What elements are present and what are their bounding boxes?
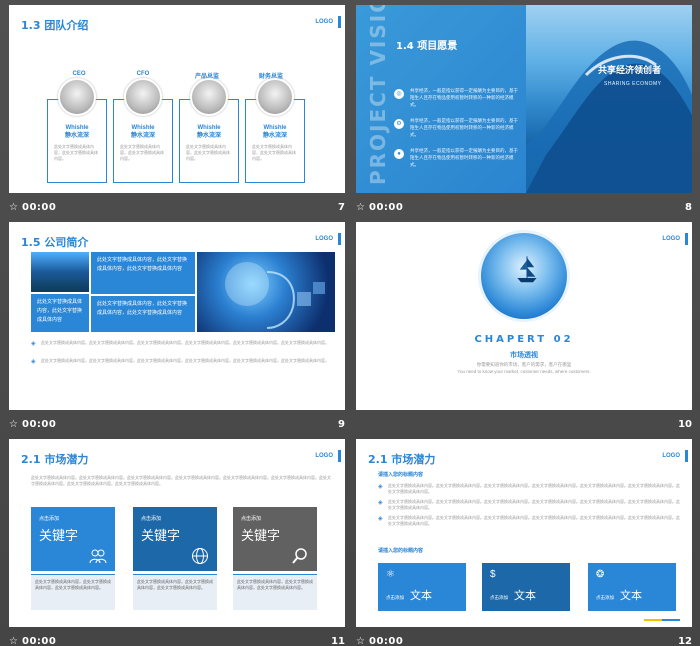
role-label: CEO xyxy=(72,71,86,77)
slide-title: 2.1 市场潜力 xyxy=(368,453,436,466)
slide-thumbnail-8[interactable]: PROJECT VISION 1.4 项目愿景 ◎ 共享经济，一般是指以获得一定… xyxy=(356,5,692,193)
slide-number: 12 xyxy=(678,636,692,646)
chapter-heading: CHAPERT 02 xyxy=(474,334,574,345)
gear-icon: ⚙ xyxy=(394,119,404,129)
logo: LOGO xyxy=(315,233,341,245)
star-icon[interactable]: ☆ xyxy=(9,419,18,430)
target-icon: ◎ xyxy=(394,89,404,99)
sailing-ship-image xyxy=(478,230,570,322)
text-box: ⚛ 点击添加 文本 xyxy=(378,563,466,611)
diamond-icon: ◈ xyxy=(378,516,383,522)
slide-thumbnail-10[interactable]: LOGO CHAPERT 02 市场透视 你需要知道你的市场，客户的需求，客户在… xyxy=(356,222,692,410)
member-desc: 此处文字替换成具体内容，此处文字替换成具体内容。 xyxy=(54,144,98,161)
sharing-subtitle: SHARING ECONOMY xyxy=(604,81,662,87)
city-image xyxy=(31,252,89,292)
vision-text: 共享经济，一般是指以获得一定报酬为主要目的，基于陌生人且存在物品使用权暂时转移的… xyxy=(410,118,518,137)
slide-thumbnail-7[interactable]: 1.3 团队介绍 LOGO CEO CFO 产品总监 财务总监 Whishle 静… xyxy=(9,5,345,193)
member-photo xyxy=(58,78,96,116)
slide-footer: ☆ 00:00 8 xyxy=(356,197,692,221)
member-desc: 此处文字替换成具体内容，此处文字替换成具体内容。 xyxy=(186,144,230,161)
intro-box: 此处文字替换成具体内容，此处文字替换成具体内容，此处文字替换成具体内容 xyxy=(91,252,195,294)
slide-title: 1.3 团队介绍 xyxy=(21,19,89,32)
star-icon[interactable]: ☆ xyxy=(9,636,18,646)
logo: LOGO xyxy=(662,233,688,245)
vision-text: 共享经济，一般是指以获得一定报酬为主要目的，基于陌生人且存在物品使用权暂时转移的… xyxy=(410,148,518,167)
user-icon: ● xyxy=(394,149,404,159)
slide-thumbnail-12[interactable]: 2.1 市场潜力 LOGO 请插入您的标题内容 ◈ 此处文字替换成具体内容。此处… xyxy=(356,439,692,627)
member-desc: 此处文字替换成具体内容，此处文字替换成具体内容。 xyxy=(120,144,164,161)
intro-box: 此处文字替换成具体内容，此处文字替换成具体内容，此处文字替换成具体内容 xyxy=(91,296,195,332)
chapter-subtitle-en: You need to know your market, customer n… xyxy=(457,369,591,374)
member-photo xyxy=(256,78,294,116)
sharing-title: 共享经济领创者 xyxy=(598,66,662,76)
search-icon xyxy=(292,548,307,564)
member-name: Whishle 静水流深 xyxy=(64,125,89,139)
star-icon[interactable]: ☆ xyxy=(356,202,365,213)
diamond-icon: ◈ xyxy=(31,359,36,365)
text-box: ❂ 点击添加 文本 xyxy=(588,563,676,611)
member-photo xyxy=(124,78,162,116)
diamond-icon: ◈ xyxy=(31,341,36,347)
role-label: CFO xyxy=(136,71,150,77)
keyword-box: 点击添加 关键字 xyxy=(133,507,217,571)
keyword-desc: 此处文字替换成具体内容，此处文字替换成具体内容，此处文字替换成具体内容。 xyxy=(31,574,115,610)
keyword-desc: 此处文字替换成具体内容，此处文字替换成具体内容，此处文字替换成具体内容。 xyxy=(233,574,317,610)
users-icon xyxy=(89,549,107,564)
diamond-icon: ◈ xyxy=(378,500,383,506)
keyword-box: 点击添加 关键字 xyxy=(31,507,115,571)
slide-number: 10 xyxy=(678,419,692,430)
slide-thumbnail-11[interactable]: 2.1 市场潜力 LOGO 此处文字替换成具体内容。此处文字替换成具体内容。此处… xyxy=(9,439,345,627)
slide-number: 9 xyxy=(338,419,345,430)
member-name: Whishle 静水流深 xyxy=(130,125,155,139)
slide-timing: 00:00 xyxy=(369,202,404,213)
diamond-icon: ◈ xyxy=(378,484,383,490)
slide-title: 1.5 公司简介 xyxy=(21,236,89,249)
tech-head-image xyxy=(197,252,335,332)
slide-thumbnail-9[interactable]: 1.5 公司简介 LOGO 此处文字替换成具体内容，此处文字替换成具体内容，此处… xyxy=(9,222,345,410)
tech-drawing xyxy=(225,262,325,329)
slide-number: 8 xyxy=(685,202,692,213)
atom-icon: ⚛ xyxy=(386,569,395,580)
slide-footer: ☆ 00:00 7 xyxy=(9,197,345,221)
accent-bar xyxy=(644,619,680,621)
slide-timing: 00:00 xyxy=(22,636,57,646)
vision-text: 共享经济，一般是指以获得一定报酬为主要目的，基于陌生人且存在物品使用权暂时转移的… xyxy=(410,88,518,107)
section-heading: 请插入您的标题内容 xyxy=(378,472,424,478)
ship-drawing xyxy=(517,256,537,283)
chapter-subtitle-cn: 你需要知道你的市场，客户的需求，客户在哪里 xyxy=(476,362,572,367)
slide-title: 2.1 市场潜力 xyxy=(21,453,89,466)
keyword-desc: 此处文字替换成具体内容，此处文字替换成具体内容，此处文字替换成具体内容。 xyxy=(133,574,217,610)
logo: LOGO xyxy=(662,450,688,462)
keyword-box: 点击添加 关键字 xyxy=(233,507,317,571)
text-box: $ 点击添加 文本 xyxy=(482,563,570,611)
logo: LOGO xyxy=(315,450,341,462)
slide-footer: ☆ 00:00 9 xyxy=(9,414,345,438)
chapter-title: 市场透视 xyxy=(510,352,538,359)
member-photo xyxy=(190,78,228,116)
ocean-wave-image xyxy=(526,5,692,193)
slide-number: 7 xyxy=(338,202,345,213)
star-icon[interactable]: ☆ xyxy=(9,202,18,213)
slide-number: 11 xyxy=(331,636,345,646)
member-desc: 此处文字替换成具体内容，此处文字替换成具体内容。 xyxy=(252,144,296,161)
slide-footer: ☆ 00:00 11 xyxy=(9,631,345,646)
dollar-icon: $ xyxy=(490,569,496,580)
slide-title: 1.4 项目愿景 xyxy=(396,41,458,52)
logo: LOGO xyxy=(315,16,341,28)
intro-box: 此处文字替换成具体内容，此处文字替换成具体内容 xyxy=(31,294,89,332)
slide-timing: 00:00 xyxy=(22,419,57,430)
globe-icon xyxy=(192,548,208,564)
section-description: 此处文字替换成具体内容。此处文字替换成具体内容。此处文字替换成具体内容。此处文字… xyxy=(31,475,331,486)
slide-timing: 00:00 xyxy=(22,202,57,213)
coins-icon: ❂ xyxy=(596,569,605,580)
member-name: Whishle 静水流深 xyxy=(196,125,221,139)
slide-footer: 10 xyxy=(356,414,692,438)
slide-timing: 00:00 xyxy=(369,636,404,646)
wave-drawing xyxy=(526,40,692,193)
section-heading: 请插入您的标题内容 xyxy=(378,548,424,554)
vision-vertical-text: PROJECT VISION xyxy=(366,5,390,185)
member-name: Whishle 静水流深 xyxy=(262,125,287,139)
star-icon[interactable]: ☆ xyxy=(356,636,365,646)
slide-footer: ☆ 00:00 12 xyxy=(356,631,692,646)
